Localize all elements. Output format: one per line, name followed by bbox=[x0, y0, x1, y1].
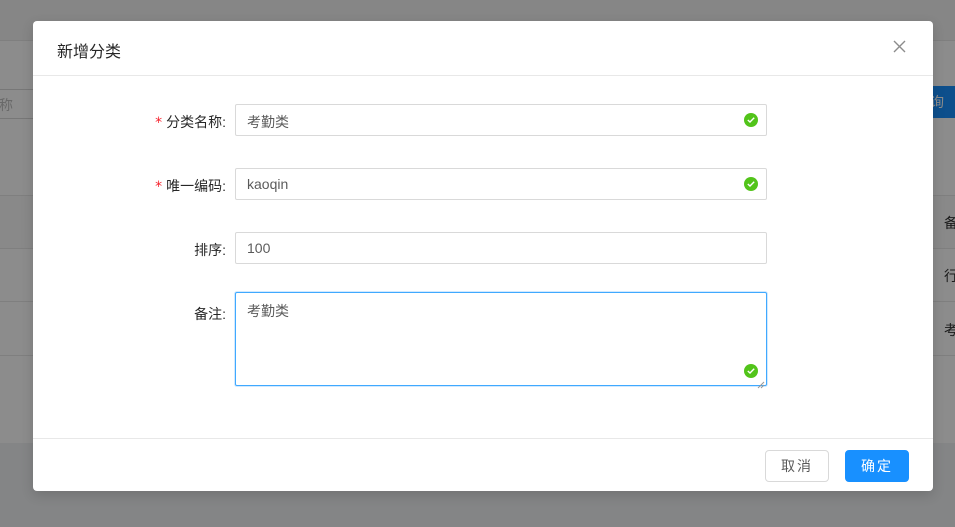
unique-code-label: * 唯一编码: bbox=[155, 176, 226, 196]
cancel-button[interactable]: 取消 bbox=[765, 450, 829, 482]
unique-code-value: kaoqin bbox=[247, 176, 289, 192]
category-name-input[interactable]: 考勤类 bbox=[235, 104, 767, 136]
sort-input[interactable]: 100 bbox=[235, 232, 767, 264]
category-name-value: 考勤类 bbox=[247, 114, 289, 130]
required-mark: * bbox=[155, 115, 163, 131]
modal-header: 新增分类 bbox=[33, 21, 933, 76]
check-circle-icon bbox=[744, 113, 758, 127]
close-icon-glyph bbox=[893, 40, 905, 53]
modal-title: 新增分类 bbox=[57, 44, 122, 61]
check-circle-icon bbox=[744, 364, 758, 378]
confirm-button[interactable]: 确定 bbox=[845, 450, 909, 482]
close-icon[interactable] bbox=[887, 35, 911, 59]
remark-value: 考勤类 bbox=[247, 303, 289, 319]
required-mark: * bbox=[155, 179, 163, 195]
unique-code-label-text: 唯一编码: bbox=[166, 178, 226, 194]
add-category-modal: 新增分类 * 分类名称: 考勤类 * 唯一编码: kaoqin 排序: 100 … bbox=[33, 21, 933, 491]
resize-handle-icon[interactable] bbox=[757, 376, 765, 389]
category-name-label: * 分类名称: bbox=[155, 112, 226, 132]
sort-value: 100 bbox=[247, 240, 271, 256]
sort-label: 排序: bbox=[194, 242, 226, 258]
modal-footer: 取消 确定 bbox=[33, 438, 933, 491]
category-name-label-text: 分类名称: bbox=[166, 114, 226, 130]
remark-textarea[interactable]: 考勤类 bbox=[235, 292, 767, 389]
remark-label: 备注: bbox=[194, 306, 226, 322]
check-circle-icon bbox=[744, 177, 758, 191]
unique-code-input[interactable]: kaoqin bbox=[235, 168, 767, 200]
